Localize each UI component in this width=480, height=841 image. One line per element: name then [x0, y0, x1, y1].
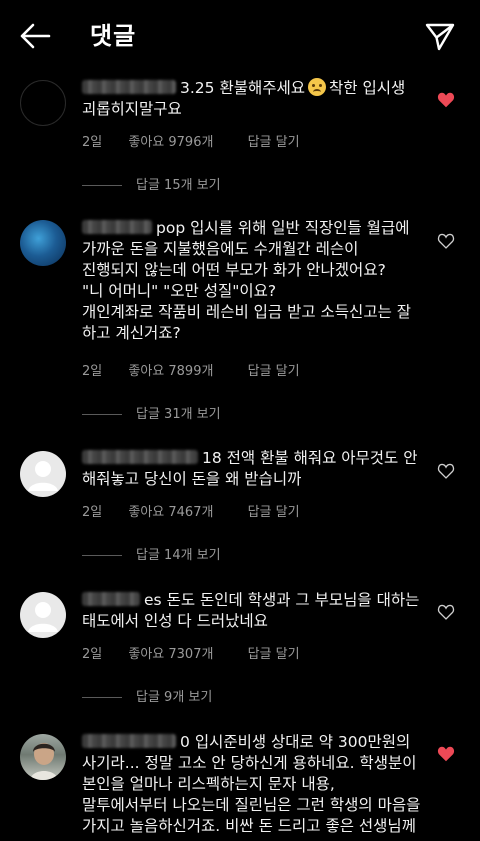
avatar[interactable]	[20, 220, 66, 266]
username-blurred[interactable]	[82, 220, 152, 234]
divider	[82, 414, 122, 415]
avatar-photo-icon	[30, 743, 58, 780]
comment-meta: 2일 좋아요 7899개 답글 달기	[82, 360, 322, 379]
comment-meta: 2일 좋아요 7307개 답글 달기	[82, 643, 322, 662]
avatar[interactable]	[20, 592, 66, 638]
comment-text: pop 입시를 위해 일반 직장인들 월급에 가까운 돈을 지불했음에도 수개월…	[82, 219, 412, 342]
reply-button[interactable]: 답글 달기	[248, 647, 300, 662]
heart-outline-icon[interactable]	[437, 463, 455, 479]
username-suffix: pop	[156, 219, 186, 237]
crying-face-emoji-icon	[308, 78, 327, 96]
heart-outline-icon[interactable]	[437, 233, 455, 249]
username-blurred[interactable]	[82, 592, 140, 606]
comment-time: 2일	[82, 135, 103, 150]
paper-plane-icon[interactable]	[424, 20, 456, 52]
divider	[82, 697, 122, 698]
like-count[interactable]: 좋아요 7467개	[128, 505, 213, 520]
comment-text: es 돈도 돈인데 학생과 그 부모님을 대하는 태도에서 인성 다 드러났네요	[82, 591, 420, 630]
default-user-icon	[28, 461, 58, 491]
default-user-icon	[28, 602, 58, 632]
username-suffix: 3.25	[180, 79, 215, 97]
divider	[82, 555, 122, 556]
comment-meta: 2일 좋아요 7467개 답글 달기	[82, 501, 322, 520]
username-suffix: 0	[180, 733, 190, 751]
reply-button[interactable]: 답글 달기	[248, 505, 300, 520]
heart-filled-icon[interactable]	[437, 92, 455, 108]
comment-text: 18 전액 환불 해줘요 아무것도 안 해줘놓고 당신이 돈을 왜 받습니까	[82, 449, 418, 488]
page-title: 댓글	[90, 22, 137, 50]
comment-time: 2일	[82, 647, 103, 662]
view-replies-button[interactable]: 답글 9개 보기	[82, 686, 212, 705]
username-blurred[interactable]	[82, 450, 198, 464]
comment-meta: 2일 좋아요 9796개 답글 달기	[82, 131, 322, 150]
reply-button[interactable]: 답글 달기	[248, 364, 300, 379]
username-suffix: 18	[202, 449, 222, 467]
avatar[interactable]	[20, 451, 66, 497]
avatar[interactable]	[20, 80, 66, 126]
view-replies-button[interactable]: 답글 14개 보기	[82, 544, 221, 563]
reply-button[interactable]: 답글 달기	[248, 135, 300, 150]
avatar[interactable]	[20, 734, 66, 780]
username-blurred[interactable]	[82, 734, 176, 748]
comment-text: 0 입시준비생 상대로 약 300만원의 사기라... 정말 고소 안 당하신게…	[82, 733, 421, 835]
like-count[interactable]: 좋아요 7307개	[128, 647, 213, 662]
comment-time: 2일	[82, 364, 103, 379]
username-blurred[interactable]	[82, 80, 176, 94]
like-count[interactable]: 좋아요 9796개	[128, 135, 213, 150]
username-suffix: es	[144, 591, 162, 609]
comment-time: 2일	[82, 505, 103, 520]
arrow-left-icon[interactable]	[18, 21, 52, 51]
heart-filled-icon[interactable]	[437, 746, 455, 762]
header: 댓글	[0, 0, 480, 72]
comments-screen: 댓글 3.25 환불해주세요 착한 입시생 괴롭히지말구요 2일 좋아요 9796…	[0, 0, 480, 841]
heart-outline-icon[interactable]	[437, 604, 455, 620]
view-replies-button[interactable]: 답글 31개 보기	[82, 403, 221, 422]
view-replies-button[interactable]: 답글 15개 보기	[82, 174, 221, 193]
comment-text: 3.25 환불해주세요 착한 입시생 괴롭히지말구요	[82, 78, 406, 118]
divider	[82, 185, 122, 186]
like-count[interactable]: 좋아요 7899개	[128, 364, 213, 379]
